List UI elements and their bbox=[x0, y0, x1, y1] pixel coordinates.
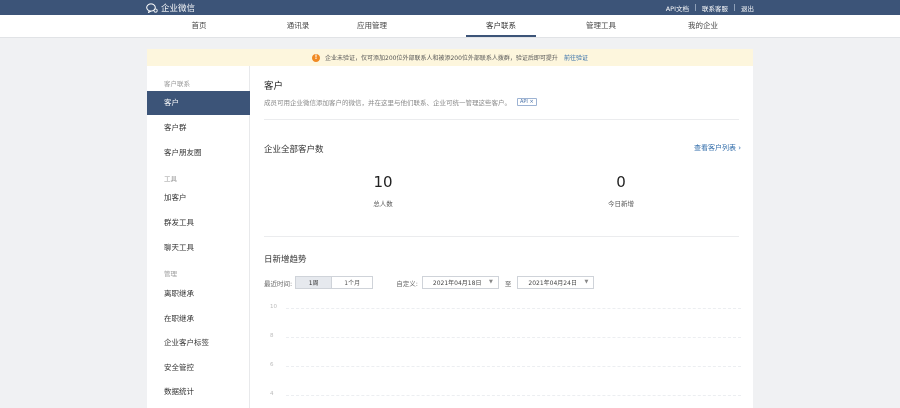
gridline bbox=[286, 366, 741, 367]
nav-my-company[interactable]: 我的企业 bbox=[668, 15, 738, 37]
sidebar-item-add-customer[interactable]: 加客户 bbox=[147, 186, 250, 210]
dropdown-arrow-icon: ▼ bbox=[489, 279, 493, 285]
nav-management-tools[interactable]: 管理工具 bbox=[566, 15, 636, 37]
daily-trend-chart: 10 8 6 4 bbox=[264, 302, 744, 408]
sidebar-item-broadcast-tool[interactable]: 群发工具 bbox=[147, 211, 250, 235]
gridline bbox=[286, 337, 741, 338]
y-tick-label: 6 bbox=[270, 362, 274, 368]
gridline bbox=[286, 308, 741, 309]
link-divider bbox=[734, 4, 735, 11]
total-count-label: 总人数 bbox=[373, 200, 393, 208]
end-date-picker[interactable]: 2021年04月24日 ▼ bbox=[517, 276, 595, 289]
api-docs-link[interactable]: API文档 bbox=[666, 3, 689, 13]
sidebar-group-management: 管理 bbox=[164, 270, 177, 278]
main-content: 客户 成员可用企业微信添加客户的微信，并在这里与他们联系、企业可统一管理这些客户… bbox=[250, 66, 753, 408]
page-description: 成员可用企业微信添加客户的微信，并在这里与他们联系、企业可统一管理这些客户。 A… bbox=[264, 97, 537, 107]
daily-trend-title: 日新增趋势 bbox=[264, 255, 307, 265]
gridline bbox=[286, 395, 741, 396]
recent-time-label: 最近时间: bbox=[264, 279, 293, 288]
sidebar-item-resigned-inheritance[interactable]: 离职继承 bbox=[147, 282, 250, 306]
brand-name: 企业微信 bbox=[161, 3, 196, 14]
verification-notice: ! 企业未验证，仅可添加200位外部联系人和被添200位外部联系人拨群，验证后即… bbox=[147, 49, 753, 66]
new-today-stat: 0 今日新增 bbox=[561, 173, 681, 208]
top-links: API文档 联系客服 退出 bbox=[666, 0, 754, 15]
range-toggle: 1周 1个月 bbox=[295, 276, 374, 289]
new-today-label: 今日新增 bbox=[608, 200, 634, 208]
total-count-stat: 10 总人数 bbox=[323, 173, 443, 208]
sidebar-group-tools: 工具 bbox=[164, 175, 177, 183]
sidebar-item-customer-moments[interactable]: 客户朋友圈 bbox=[147, 141, 250, 165]
divider bbox=[264, 236, 739, 237]
y-tick-label: 4 bbox=[270, 391, 274, 397]
description-text: 成员可用企业微信添加客户的微信，并在这里与他们联系、企业可统一管理这些客户。 bbox=[264, 99, 511, 107]
sidebar-item-security-control[interactable]: 安全管控 bbox=[147, 356, 250, 380]
dropdown-arrow-icon: ▼ bbox=[584, 279, 589, 285]
brand-logo[interactable]: 企业微信 bbox=[146, 1, 195, 14]
contact-support-link[interactable]: 联系客服 bbox=[702, 3, 728, 13]
sidebar-item-data-statistics[interactable]: 数据统计 bbox=[147, 380, 250, 404]
nav-app-management[interactable]: 应用管理 bbox=[337, 15, 407, 37]
trend-filter: 最近时间: 1周 1个月 自定义: 2021年04月18日 ▼ 至 2021年0… bbox=[264, 276, 595, 289]
total-count-value: 10 bbox=[373, 173, 393, 191]
custom-range-label: 自定义: bbox=[396, 279, 418, 288]
notice-text: 企业未验证，仅可添加200位外部联系人和被添200位外部联系人拨群，验证后即可提… bbox=[325, 55, 558, 62]
warning-icon: ! bbox=[312, 53, 321, 62]
start-date-picker[interactable]: 2021年04月18日 ▼ bbox=[421, 276, 499, 289]
end-date-value: 2021年04月24日 bbox=[528, 280, 577, 287]
sidebar-item-customer-groups[interactable]: 客户群 bbox=[147, 116, 250, 140]
total-customers-title: 企业全部客户数 bbox=[264, 145, 324, 155]
wecom-logo-icon bbox=[146, 2, 158, 13]
main-nav: 首页 通讯录 应用管理 客户联系 管理工具 我的企业 bbox=[0, 15, 900, 38]
logout-link[interactable]: 退出 bbox=[741, 3, 754, 13]
top-bar: 企业微信 API文档 联系客服 退出 bbox=[0, 0, 900, 15]
y-tick-label: 10 bbox=[270, 304, 277, 310]
api-tag[interactable]: API × bbox=[517, 98, 537, 106]
range-1-month-button[interactable]: 1个月 bbox=[332, 276, 374, 289]
nav-contacts[interactable]: 通讯录 bbox=[263, 15, 333, 37]
new-today-value: 0 bbox=[616, 173, 626, 191]
verify-link[interactable]: 前往验证 bbox=[564, 53, 588, 62]
start-date-value: 2021年04月18日 bbox=[432, 280, 482, 287]
nav-customer-contact[interactable]: 客户联系 bbox=[466, 15, 536, 37]
sidebar: 客户联系 客户 客户群 客户朋友圈 工具 加客户 群发工具 聊天工具 管理 离职… bbox=[147, 66, 250, 408]
nav-home[interactable]: 首页 bbox=[164, 15, 234, 37]
page-title: 客户 bbox=[264, 81, 284, 92]
view-customer-list-link[interactable]: 查看客户列表 › bbox=[694, 143, 741, 153]
link-divider bbox=[695, 4, 696, 11]
sidebar-item-chat-tool[interactable]: 聊天工具 bbox=[147, 236, 250, 260]
sidebar-group-customer-contact: 客户联系 bbox=[164, 80, 190, 88]
range-1-week-button[interactable]: 1周 bbox=[295, 276, 333, 289]
sidebar-item-customer-tags[interactable]: 企业客户标签 bbox=[147, 331, 250, 355]
sidebar-item-active-inheritance[interactable]: 在职继承 bbox=[147, 307, 250, 331]
divider bbox=[264, 119, 739, 120]
y-tick-label: 8 bbox=[270, 333, 274, 339]
sidebar-item-customers[interactable]: 客户 bbox=[147, 91, 250, 115]
date-separator: 至 bbox=[504, 279, 512, 288]
